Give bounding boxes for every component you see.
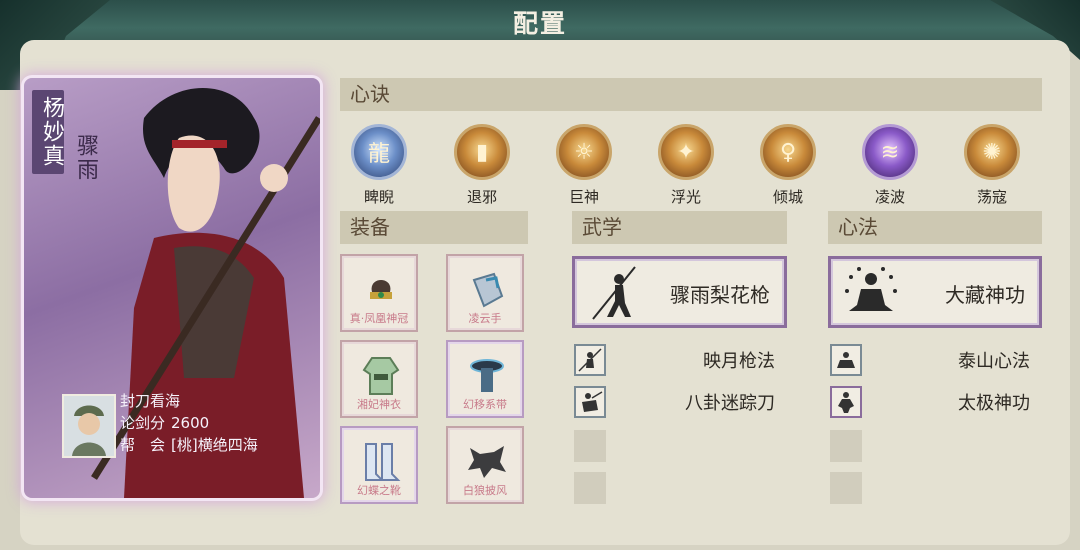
heart-skill-label: 凌波 [874,188,905,206]
method-empty-slot[interactable] [830,472,862,504]
character-name: 杨妙真 [32,90,64,174]
taichi-stance-icon [838,392,854,413]
heart-skill[interactable]: ≋ 凌波 [858,124,922,207]
heart-skill[interactable]: 龍 睥睨 [347,124,411,207]
seated-figure-icon [837,352,855,368]
equip-slot-hand[interactable]: 凌云手 [446,254,524,332]
martial-main-label: 骤雨梨花枪 [670,283,770,307]
heart-skill-label: 退邪 [466,188,497,206]
score-value: 2600 [171,414,210,432]
gold-talisman-icon: ▮ [454,124,510,180]
equip-label: 幻移系带 [463,398,507,411]
equip-label: 凌云手 [468,312,502,325]
score-row: 论剑分 2600 [120,412,264,434]
heart-skill-label: 荡寇 [976,188,1007,206]
method-skill-label: 泰山心法 [958,351,1030,372]
martial-skill-slot[interactable] [574,344,606,376]
martial-main-skill[interactable]: 骤雨梨花枪 [572,256,787,328]
gold-light-icon: ✦ [658,124,714,180]
method-skill-label: 太极神功 [958,393,1030,414]
player-avatar[interactable] [62,394,116,458]
equip-slot-belt[interactable]: 幻移系带 [446,340,524,418]
equip-slot-head[interactable]: 真·凤凰神冠 [340,254,418,332]
section-equip: 装备 [340,211,528,244]
method-main-skill[interactable]: 大藏神功 [828,256,1042,328]
section-martial: 武学 [572,211,787,244]
method-main-label: 大藏神功 [945,283,1025,307]
heart-skill-label: 浮光 [670,188,701,206]
blade-stance-icon [582,391,603,412]
meditation-icon [845,267,897,311]
gold-figure-icon: ♀ [760,124,816,180]
heart-skill-label: 睥睨 [363,188,394,206]
avatar-face-icon [64,396,114,456]
martial-skill-label: 八卦迷踪刀 [685,393,775,414]
guild-name: [桃]横绝四海 [171,436,258,454]
martial-empty-slot[interactable] [574,430,606,462]
heart-skill[interactable]: ✺ 荡寇 [960,124,1024,207]
heart-skill[interactable]: ♀ 倾城 [756,124,820,207]
wolf-cape-icon [462,436,512,486]
guild-label: 帮 会 [120,436,166,454]
crown-icon [356,264,406,314]
equip-label: 幻蝶之靴 [357,484,401,497]
method-skill-slot[interactable] [830,386,862,418]
heart-skill[interactable]: ✦ 浮光 [654,124,718,207]
score-label: 论剑分 [120,414,166,432]
gauntlet-icon [462,264,512,314]
heart-skill[interactable]: ☼ 巨神 [552,124,616,207]
equip-label: 湘妃神衣 [357,398,401,411]
purple-swirl-icon: ≋ [862,124,918,180]
martial-skill-slot[interactable] [574,386,606,418]
equip-label: 白狼披风 [463,484,507,497]
player-nickname: 封刀看海 [120,392,181,410]
section-heart: 心诀 [340,78,1042,111]
page-title: 配置 [512,9,567,38]
section-method: 心法 [828,211,1042,244]
character-title: 骤雨 [73,134,98,182]
method-skill-slot[interactable] [830,344,862,376]
boots-icon [356,436,406,486]
spear-fighter-icon [592,266,636,320]
guild-row: 帮 会 [桃]横绝四海 [120,434,264,456]
equip-slot-body[interactable]: 湘妃神衣 [340,340,418,418]
player-info: 封刀看海 论剑分 2600 帮 会 [桃]横绝四海 [120,390,264,456]
blue-dragon-icon: 龍 [351,124,407,180]
martial-skill-label: 映月枪法 [703,351,775,372]
heart-skill[interactable]: ▮ 退邪 [450,124,514,207]
heart-skill-label: 巨神 [568,188,599,206]
character-card[interactable]: 杨妙真 骤雨 封刀看海 论剑分 2600 帮 会 [桃]横绝四海 [24,78,320,498]
gold-beast-icon: ☼ [556,124,612,180]
martial-empty-slot[interactable] [574,472,606,504]
gold-flame-icon: ✺ [964,124,1020,180]
equip-label: 真·凤凰神冠 [349,312,409,325]
heart-skill-label: 倾城 [772,188,803,206]
spear-stance-icon [578,348,602,372]
equip-slot-feet[interactable]: 幻蝶之靴 [340,426,418,504]
method-empty-slot[interactable] [830,430,862,462]
equip-slot-cape[interactable]: 白狼披风 [446,426,524,504]
robe-icon [356,350,406,400]
belt-icon [462,350,512,400]
